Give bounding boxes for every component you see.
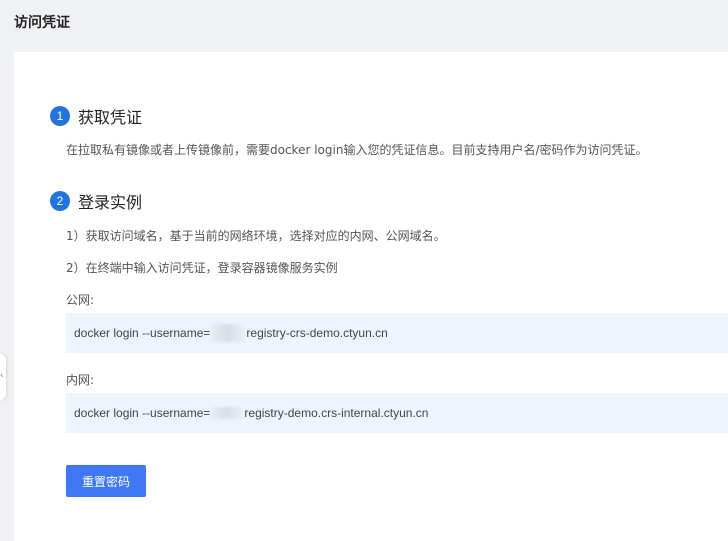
internal-registry-domain: registry-demo.crs-internal.ctyun.cn [244, 406, 429, 420]
internal-command-box[interactable]: docker login --username= registry-demo.c… [66, 393, 728, 433]
redacted-username [211, 407, 244, 419]
public-registry-domain: registry-crs-demo.ctyun.cn [246, 326, 388, 340]
page-title: 访问凭证 [14, 15, 70, 31]
command-prefix: docker login --username= [74, 406, 211, 420]
step-2-header: 2 登录实例 [50, 189, 142, 213]
step-number-badge: 2 [50, 191, 70, 211]
sidebar-collapse-handle[interactable]: ‹ [0, 354, 6, 400]
public-command-box[interactable]: docker login --username= registry-crs-de… [66, 313, 728, 353]
step-title: 登录实例 [78, 193, 143, 212]
credentials-card: 1 获取凭证 在拉取私有镜像或者上传镜像前，需要docker login输入您的… [14, 52, 728, 541]
step-title: 获取凭证 [78, 108, 143, 127]
step-number-badge: 1 [50, 106, 70, 126]
reset-password-button[interactable]: 重置密码 [66, 465, 146, 497]
step-1-description: 在拉取私有镜像或者上传镜像前，需要docker login输入您的凭证信息。目前… [66, 143, 648, 157]
step-1-header: 1 获取凭证 [50, 104, 142, 128]
command-prefix: docker login --username= [74, 326, 211, 340]
internal-label: 内网: [66, 373, 95, 387]
public-label: 公网: [66, 293, 95, 307]
redacted-username [211, 324, 246, 342]
step-2-item-1: 1）获取访问域名，基于当前的网络环境，选择对应的内网、公网域名。 [66, 229, 446, 243]
step-2-item-2: 2）在终端中输入访问凭证，登录容器镜像服务实例 [66, 261, 338, 275]
chevron-left-icon: ‹ [0, 371, 4, 381]
page-header: 访问凭证 [0, 0, 728, 48]
